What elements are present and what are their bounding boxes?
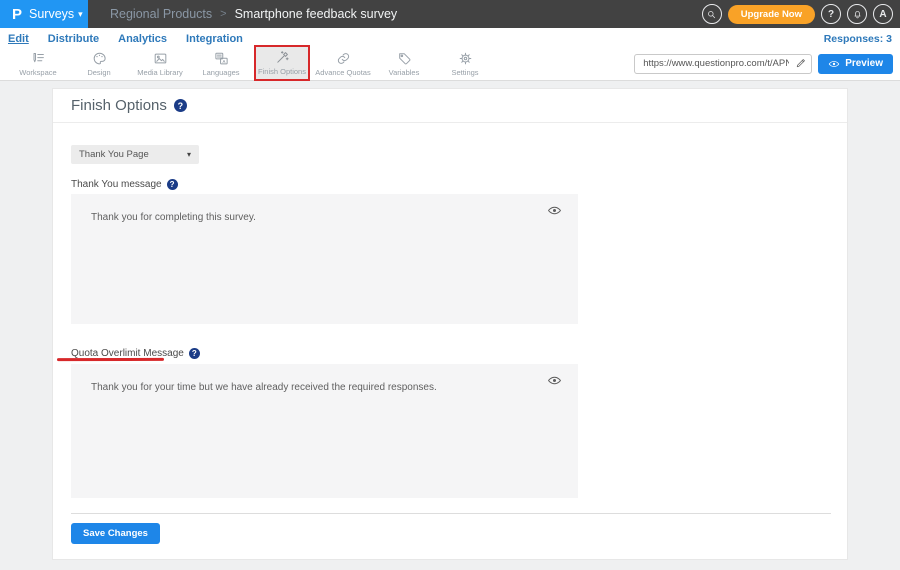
edit-pencil-icon[interactable] <box>795 57 807 69</box>
surveys-menu[interactable]: P Surveys ▾ <box>0 0 88 28</box>
workspace-pen-icon <box>31 51 46 66</box>
gear-icon <box>458 51 473 66</box>
header-actions: Upgrade Now ? A <box>702 4 900 24</box>
breadcrumb-survey-title: Smartphone feedback survey <box>235 7 398 21</box>
toolbar-item-languages[interactable]: A Languages <box>193 47 249 80</box>
panel-header: Finish Options ? <box>53 89 847 123</box>
toolbar-item-label: Finish Options <box>258 67 306 76</box>
tab-edit[interactable]: Edit <box>8 31 29 45</box>
upgrade-now-button[interactable]: Upgrade Now <box>728 5 815 24</box>
thank-you-message-field: Thank you for completing this survey. <box>71 194 578 324</box>
toolbar-item-label: Advance Quotas <box>315 68 370 77</box>
toolbar-item-variables[interactable]: Variables <box>376 47 432 80</box>
design-palette-icon <box>92 51 107 66</box>
thank-you-message-label: Thank You message <box>71 179 162 190</box>
media-image-icon <box>153 51 168 66</box>
toolbar-item-advance-quotas[interactable]: Advance Quotas <box>315 47 371 80</box>
notifications-button[interactable] <box>847 4 867 24</box>
chain-link-icon <box>336 51 351 66</box>
help-button[interactable]: ? <box>821 4 841 24</box>
thank-you-message-textarea[interactable]: Thank you for completing this survey. <box>71 194 578 324</box>
questionpro-logo: P <box>12 7 22 22</box>
preview-button[interactable]: Preview <box>818 54 893 74</box>
breadcrumb: Regional Products > Smartphone feedback … <box>110 7 397 21</box>
finish-type-dropdown[interactable]: Thank You Page ▾ <box>71 145 199 164</box>
surveys-dropdown[interactable]: Surveys ▾ <box>29 7 83 21</box>
toolbar-item-design[interactable]: Design <box>71 47 127 80</box>
survey-url-input[interactable] <box>634 54 812 74</box>
quota-overlimit-preview-button[interactable] <box>547 373 562 388</box>
thank-you-message-label-row: Thank You message ? <box>71 179 178 190</box>
toolbar-item-settings[interactable]: Settings <box>437 47 493 80</box>
toolbar-item-label: Design <box>87 68 110 77</box>
tag-icon <box>397 51 412 66</box>
toolbar-item-label: Languages <box>202 68 239 77</box>
breadcrumb-separator: > <box>220 8 226 20</box>
tab-distribute[interactable]: Distribute <box>48 31 99 45</box>
responses-count[interactable]: Responses: 3 <box>824 31 892 45</box>
search-button[interactable] <box>702 4 722 24</box>
tab-integration[interactable]: Integration <box>186 31 243 45</box>
magic-wand-icon <box>275 50 290 65</box>
tab-analytics[interactable]: Analytics <box>118 31 167 45</box>
survey-nav-tabs: Edit Distribute Analytics Integration Re… <box>0 28 900 47</box>
search-icon <box>706 9 717 20</box>
quota-overlimit-textarea[interactable]: Thank you for your time but we have alre… <box>71 364 578 498</box>
breadcrumb-folder[interactable]: Regional Products <box>110 7 212 21</box>
toolbar-item-label: Settings <box>451 68 478 77</box>
thank-you-preview-button[interactable] <box>547 203 562 218</box>
help-circle-icon[interactable]: ? <box>189 348 200 359</box>
save-changes-button[interactable]: Save Changes <box>71 523 160 544</box>
finish-options-panel: Finish Options ? Thank You Page ▾ Thank … <box>52 88 848 560</box>
eye-icon <box>547 373 562 388</box>
bell-icon <box>852 9 863 20</box>
svg-text:A: A <box>222 58 226 63</box>
languages-translate-icon: A <box>214 51 229 66</box>
chevron-down-icon: ▾ <box>78 10 83 19</box>
quota-overlimit-message-field: Thank you for your time but we have alre… <box>71 364 578 498</box>
page-title: Finish Options <box>71 97 167 114</box>
red-underline-annotation <box>57 358 164 361</box>
survey-url-field-wrap <box>634 53 812 74</box>
account-avatar[interactable]: A <box>873 4 893 24</box>
finish-type-dropdown-value: Thank You Page <box>79 149 149 160</box>
eye-icon <box>547 203 562 218</box>
editor-toolbar: Workspace Design Media Library A Languag… <box>0 47 900 81</box>
chevron-down-icon: ▾ <box>187 151 191 159</box>
help-circle-icon[interactable]: ? <box>174 99 187 112</box>
top-header-bar: P Surveys ▾ Regional Products > Smartpho… <box>0 0 900 28</box>
eye-icon <box>828 58 840 70</box>
toolbar-item-label: Variables <box>389 68 420 77</box>
toolbar-item-label: Workspace <box>19 68 56 77</box>
toolbar-right-actions: Preview <box>634 47 900 80</box>
questionpro-survey-editor: P Surveys ▾ Regional Products > Smartpho… <box>0 0 900 570</box>
toolbar-item-workspace[interactable]: Workspace <box>10 47 66 80</box>
toolbar-item-finish-options[interactable]: Finish Options <box>254 45 310 81</box>
divider <box>71 513 831 514</box>
preview-button-label: Preview <box>845 58 883 69</box>
help-circle-icon[interactable]: ? <box>167 179 178 190</box>
surveys-dropdown-label: Surveys <box>29 7 74 21</box>
toolbar-item-media-library[interactable]: Media Library <box>132 47 188 80</box>
toolbar-item-label: Media Library <box>137 68 182 77</box>
